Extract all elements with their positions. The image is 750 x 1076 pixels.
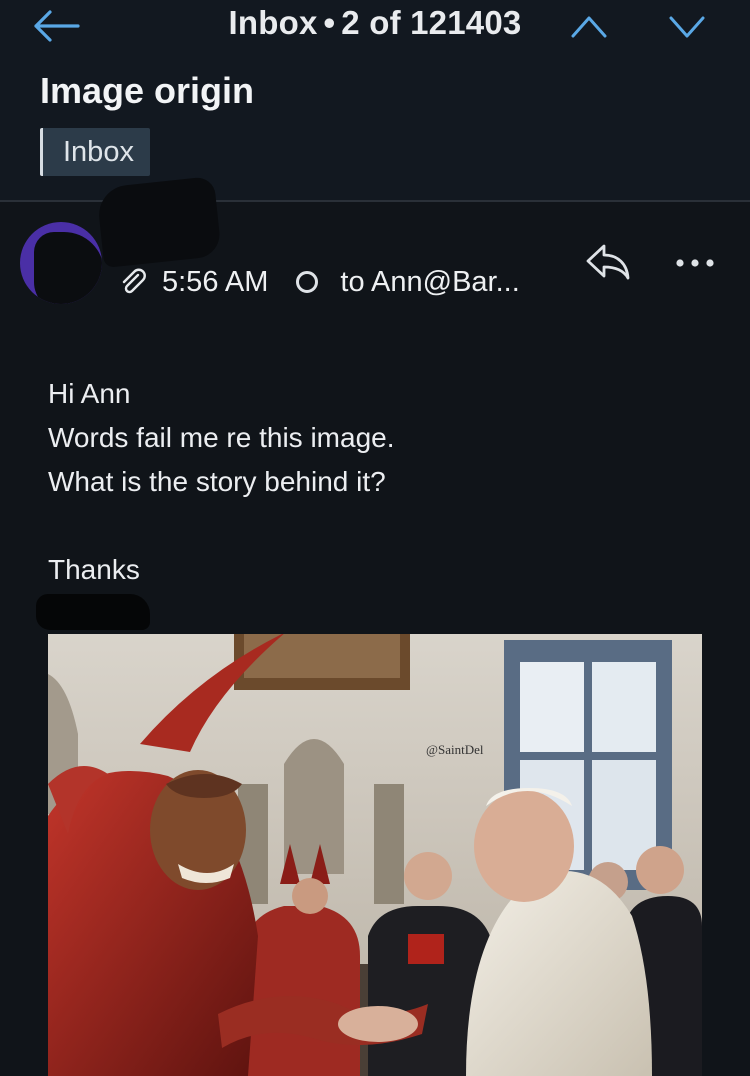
avatar-redaction xyxy=(34,232,102,304)
previous-message-button[interactable] xyxy=(568,8,610,44)
chevron-up-icon xyxy=(571,16,607,38)
reply-button[interactable] xyxy=(584,240,632,284)
separator-dot: • xyxy=(323,4,336,41)
message-time: 5:56 AM xyxy=(162,265,269,298)
back-button[interactable] xyxy=(30,6,82,46)
embedded-image[interactable]: @SaintDel xyxy=(48,634,702,1076)
top-bar: Inbox • 2 of 121403 Image origin Inbox xyxy=(0,0,750,200)
signature-redaction xyxy=(36,594,150,630)
sender-name-redaction xyxy=(96,176,222,268)
more-horizontal-icon xyxy=(676,259,714,267)
message-meta: 5:56 AM to Ann@Bar... xyxy=(118,262,520,302)
arrow-left-icon xyxy=(34,10,80,42)
subject-heading: Image origin xyxy=(40,70,255,111)
next-message-button[interactable] xyxy=(666,8,708,44)
folder-name: Inbox xyxy=(228,4,318,41)
body-greeting: Hi Ann xyxy=(48,378,131,409)
body-line: What is the story behind it? xyxy=(48,466,386,497)
message-body: Hi Ann Words fail me re this image. What… xyxy=(48,372,395,592)
chevron-down-icon xyxy=(669,16,705,38)
embedded-image-illustration: @SaintDel xyxy=(48,634,702,1076)
recipient-label[interactable]: to Ann@Bar... xyxy=(340,266,519,299)
unread-circle-icon[interactable] xyxy=(296,271,319,293)
more-options-button[interactable] xyxy=(670,248,720,278)
paperclip-icon xyxy=(118,267,148,297)
image-watermark: @SaintDel xyxy=(426,742,484,757)
message-position-title: Inbox • 2 of 121403 xyxy=(200,4,550,42)
sender-avatar[interactable] xyxy=(20,222,102,304)
reply-icon xyxy=(586,244,630,280)
body-line: Words fail me re this image. xyxy=(48,422,395,453)
message-position: 2 of 121403 xyxy=(341,4,522,41)
body-closing: Thanks xyxy=(48,554,140,585)
folder-chip[interactable]: Inbox xyxy=(40,128,150,176)
